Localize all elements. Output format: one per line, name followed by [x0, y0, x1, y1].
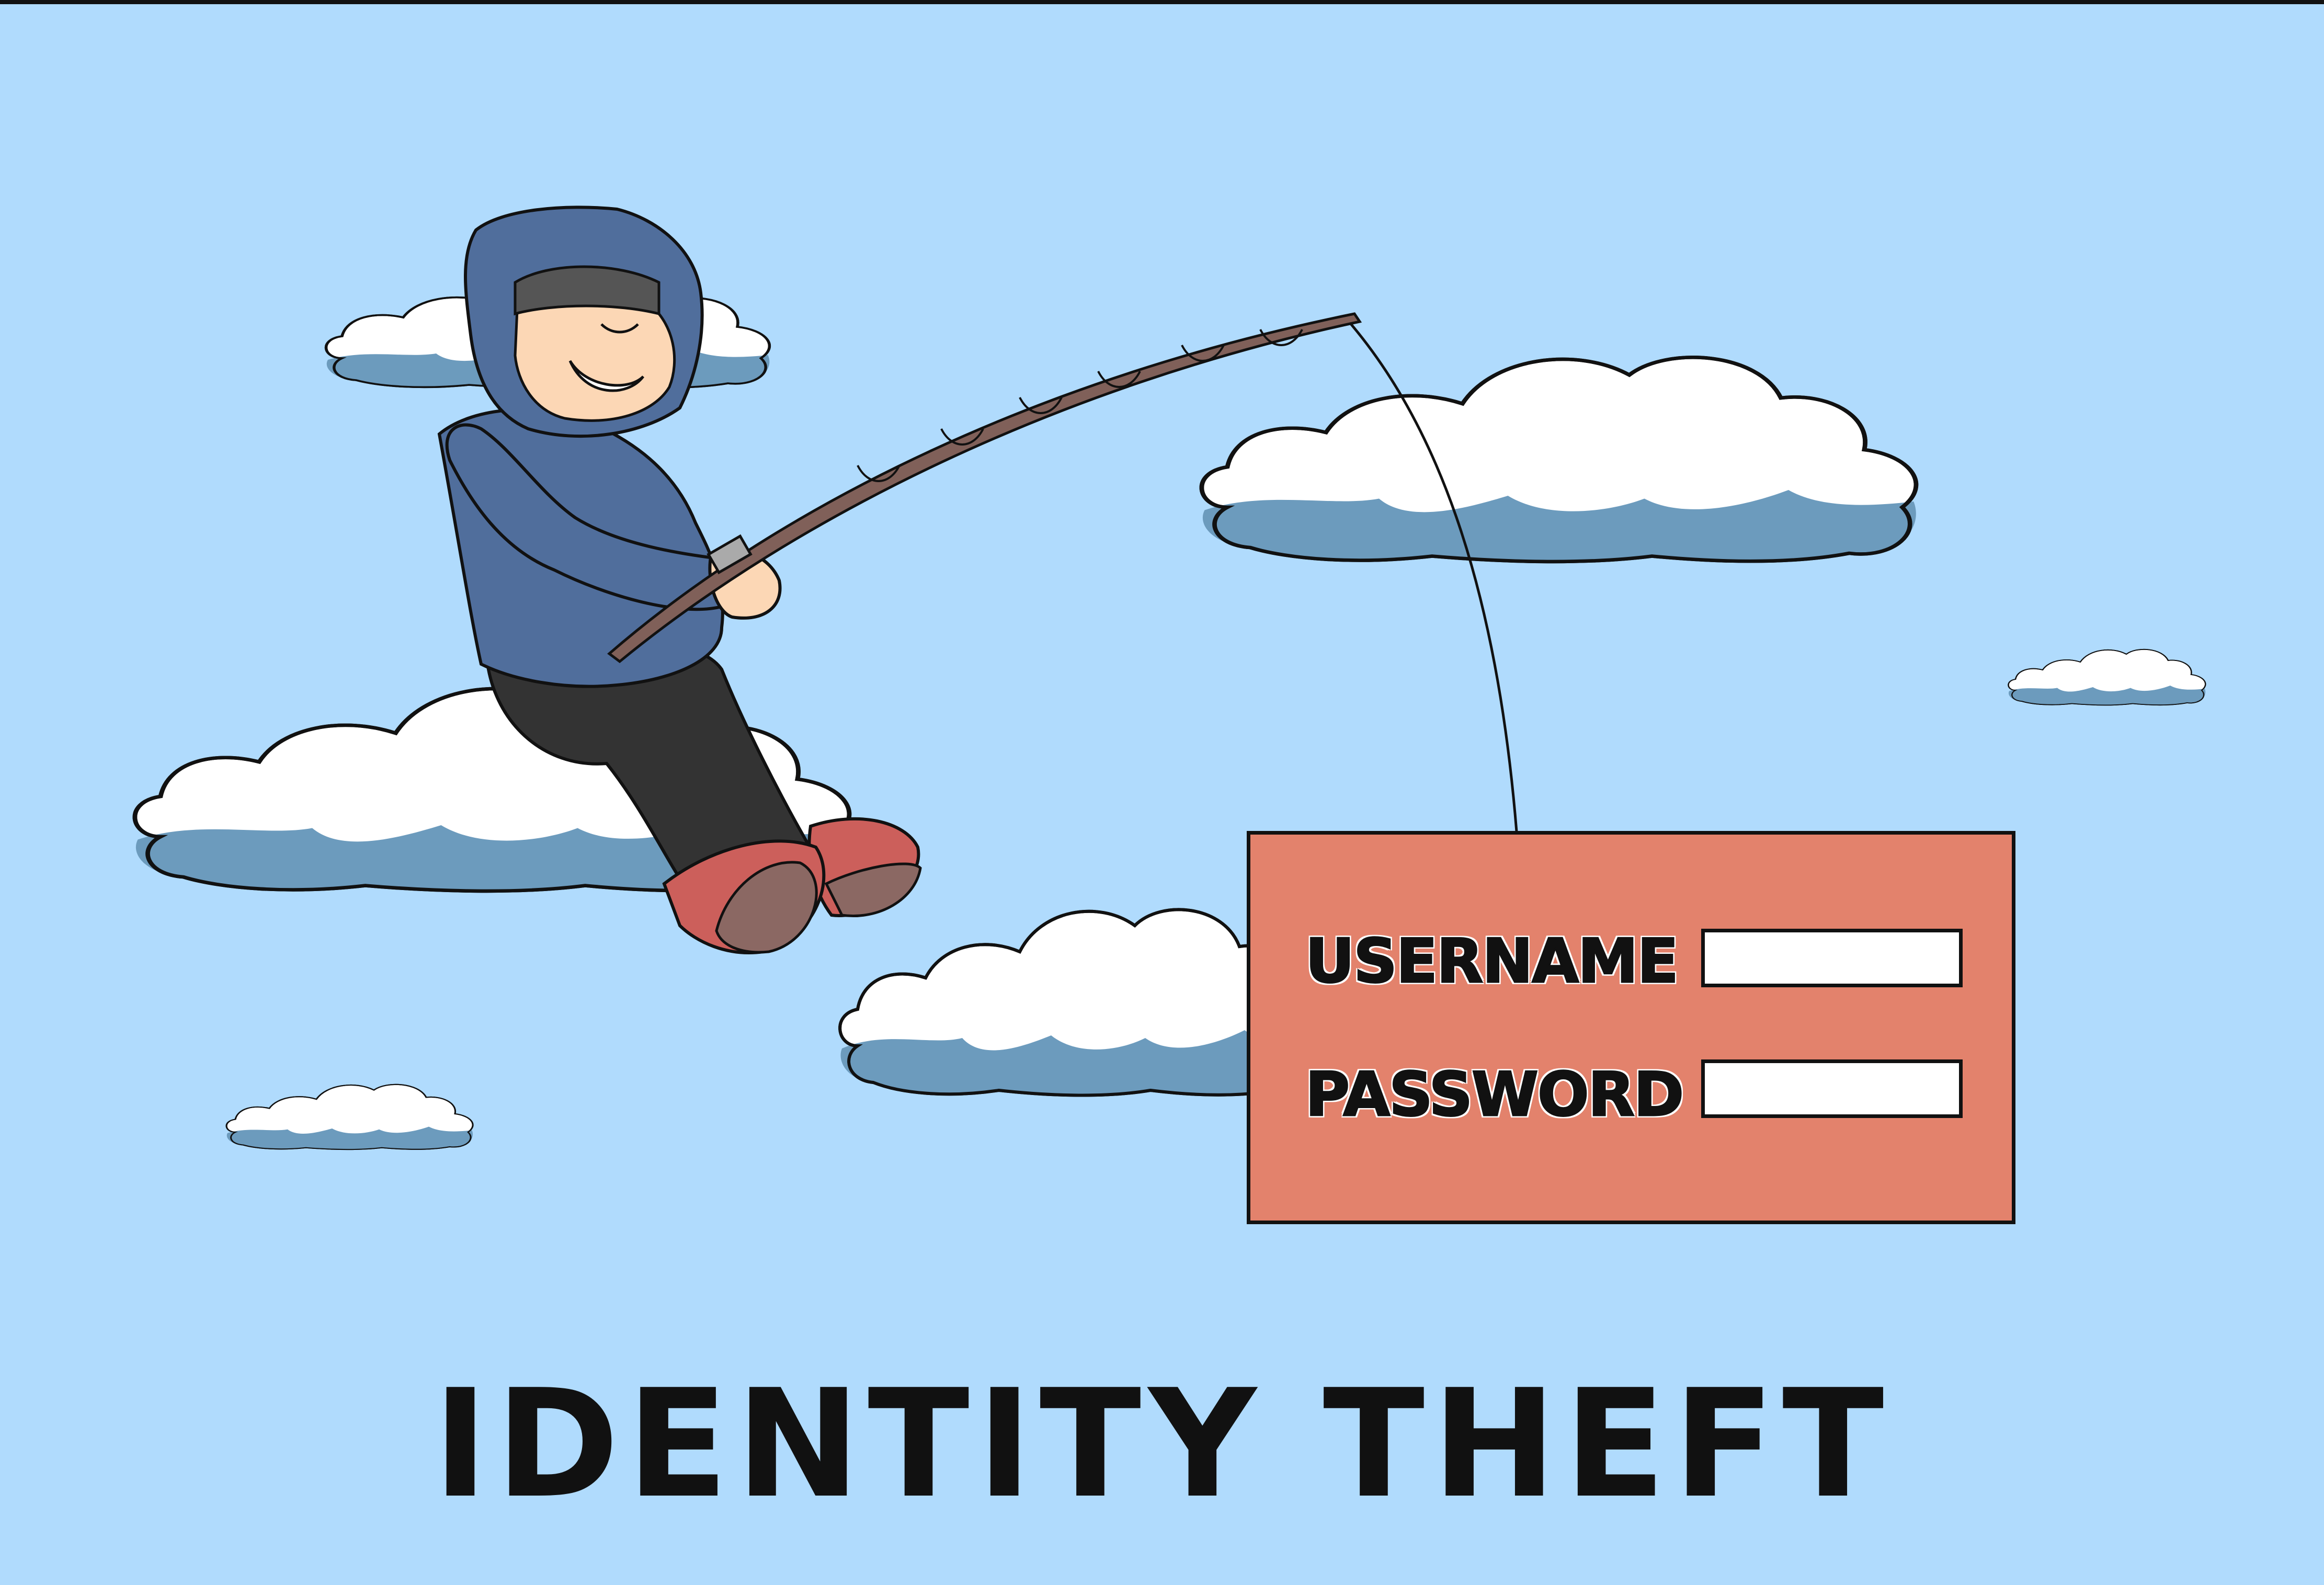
- username-input[interactable]: [1701, 929, 1963, 987]
- top-border: [0, 0, 2324, 4]
- cloud-icon: [225, 1084, 474, 1150]
- cloud-icon: [1202, 357, 1916, 562]
- password-input[interactable]: [1701, 1059, 1963, 1118]
- password-label: PASSWORD: [1304, 1059, 1684, 1130]
- login-form: USERNAME PASSWORD: [1247, 831, 2015, 1224]
- caption-title: IDENTITY THEFT: [432, 1358, 1892, 1531]
- cloud-icon: [2008, 648, 2206, 706]
- comic-panel: USERNAME PASSWORD IDENTITY THEFT: [0, 0, 2324, 1585]
- scene-illustration: [0, 0, 2324, 1150]
- username-label: USERNAME: [1305, 926, 1680, 997]
